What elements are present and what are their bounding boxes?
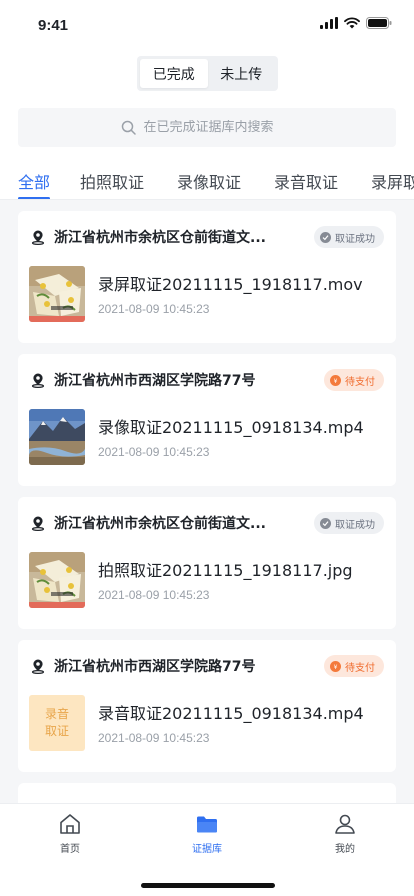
record-address: 浙江省杭州市西湖区学院路77号	[54, 373, 256, 389]
location-pin-icon	[31, 516, 45, 531]
file-time: 2021-08-09 10:45:23	[98, 302, 210, 316]
file-name: 录屏取证20211115_1918117.mov	[98, 275, 363, 294]
nav-evidence-label: 证据库	[192, 844, 222, 855]
home-indicator	[141, 883, 275, 888]
tab-photo-evidence[interactable]: 拍照取证	[80, 161, 144, 193]
search-input[interactable]	[143, 120, 294, 135]
search-icon	[121, 120, 136, 135]
location-pin-icon	[31, 373, 45, 388]
status-text: 取证成功	[335, 233, 375, 245]
status-text: 取证成功	[335, 519, 375, 531]
check-icon	[320, 231, 331, 243]
user-icon	[335, 814, 355, 834]
home-icon	[60, 814, 80, 834]
bottom-navigation: 首页 证据库 我的	[0, 803, 414, 896]
svg-text:¥: ¥	[334, 378, 338, 384]
nav-mine[interactable]: 我的	[305, 812, 385, 855]
nav-evidence[interactable]: 证据库	[167, 812, 247, 855]
cake-photo-thumbnail	[29, 552, 85, 608]
audio-thumbnail-label-line2: 取证	[44, 724, 69, 738]
file-time: 2021-08-09 10:45:23	[98, 445, 210, 459]
file-name: 拍照取证20211115_1918117.jpg	[98, 561, 353, 580]
tab-audio-evidence[interactable]: 录音取证	[274, 161, 338, 193]
card-header: 浙江省杭州市西湖区学院路77号 ¥ 待支付	[30, 654, 384, 678]
check-icon	[320, 517, 331, 529]
status-segmented-control: 已完成 未上传	[137, 56, 278, 91]
search-bar[interactable]	[18, 108, 396, 147]
location-pin-icon	[31, 659, 45, 674]
status-text: 待支付	[345, 376, 375, 388]
payment-icon: ¥	[330, 374, 341, 386]
file-time: 2021-08-09 10:45:23	[98, 588, 210, 602]
status-bar: 9:41	[0, 0, 414, 48]
status-badge: ¥ 待支付	[324, 655, 384, 677]
record-address: 浙江省杭州市余杭区仓前街道文...	[54, 230, 266, 246]
file-name: 录像取证20211115_0918134.mp4	[98, 418, 364, 437]
wifi-icon	[344, 17, 360, 29]
status-text: 待支付	[345, 662, 375, 674]
record-address: 浙江省杭州市西湖区学院路77号	[54, 659, 256, 675]
status-badge: 取证成功	[314, 512, 384, 534]
file-time: 2021-08-09 10:45:23	[98, 731, 210, 745]
status-time: 9:41	[38, 17, 69, 34]
evidence-card[interactable]: 浙江省杭州市余杭区仓前街道文... 取证成功	[18, 497, 396, 629]
evidence-card[interactable]: 浙江省杭州市西湖区学院路77号 ¥ 待支付 录像取证20211115_09181…	[18, 354, 396, 486]
cake-photo-thumbnail	[29, 266, 85, 322]
evidence-card[interactable]: 浙江省杭州市西湖区学院路77号 ¥ 待支付 录音 取证 录音取证20211115…	[18, 640, 396, 772]
header: 已完成 未上传 全部 拍照取证 录像取证 录音取证 录屏取	[0, 48, 414, 200]
card-header: 浙江省杭州市余杭区仓前街道文... 取证成功	[30, 511, 384, 535]
location-pin-icon	[31, 230, 45, 245]
nav-home-label: 首页	[60, 844, 80, 855]
status-badge: 取证成功	[314, 226, 384, 248]
tab-screen-evidence[interactable]: 录屏取	[371, 161, 414, 193]
tab-video-evidence[interactable]: 录像取证	[177, 161, 241, 193]
svg-text:¥: ¥	[334, 664, 338, 670]
audio-thumbnail-label-line1: 录音	[44, 707, 69, 721]
payment-icon: ¥	[330, 660, 341, 672]
status-badge: ¥ 待支付	[324, 369, 384, 391]
nav-home[interactable]: 首页	[30, 812, 110, 855]
audio-thumbnail-label: 录音 取证	[45, 706, 69, 740]
record-address: 浙江省杭州市余杭区仓前街道文...	[54, 516, 266, 532]
segment-completed[interactable]: 已完成	[140, 59, 208, 88]
tab-all[interactable]: 全部	[18, 161, 50, 199]
status-icons	[320, 17, 392, 29]
segment-not-uploaded[interactable]: 未上传	[208, 59, 276, 88]
evidence-card[interactable]: 浙江省杭州市余杭区仓前街道文... 取证成功	[18, 211, 396, 343]
category-tabs: 全部 拍照取证 录像取证 录音取证 录屏取	[0, 161, 414, 200]
mountain-photo-thumbnail	[29, 409, 85, 465]
audio-thumbnail: 录音 取证	[29, 695, 85, 751]
card-header: 浙江省杭州市西湖区学院路77号 ¥ 待支付	[30, 368, 384, 392]
battery-icon	[366, 17, 392, 29]
folder-icon	[197, 816, 217, 833]
cellular-signal-icon	[320, 17, 338, 29]
card-header: 浙江省杭州市余杭区仓前街道文... 取证成功	[30, 225, 384, 249]
file-name: 录音取证20211115_0918134.mp4	[98, 704, 364, 723]
nav-mine-label: 我的	[335, 844, 355, 855]
